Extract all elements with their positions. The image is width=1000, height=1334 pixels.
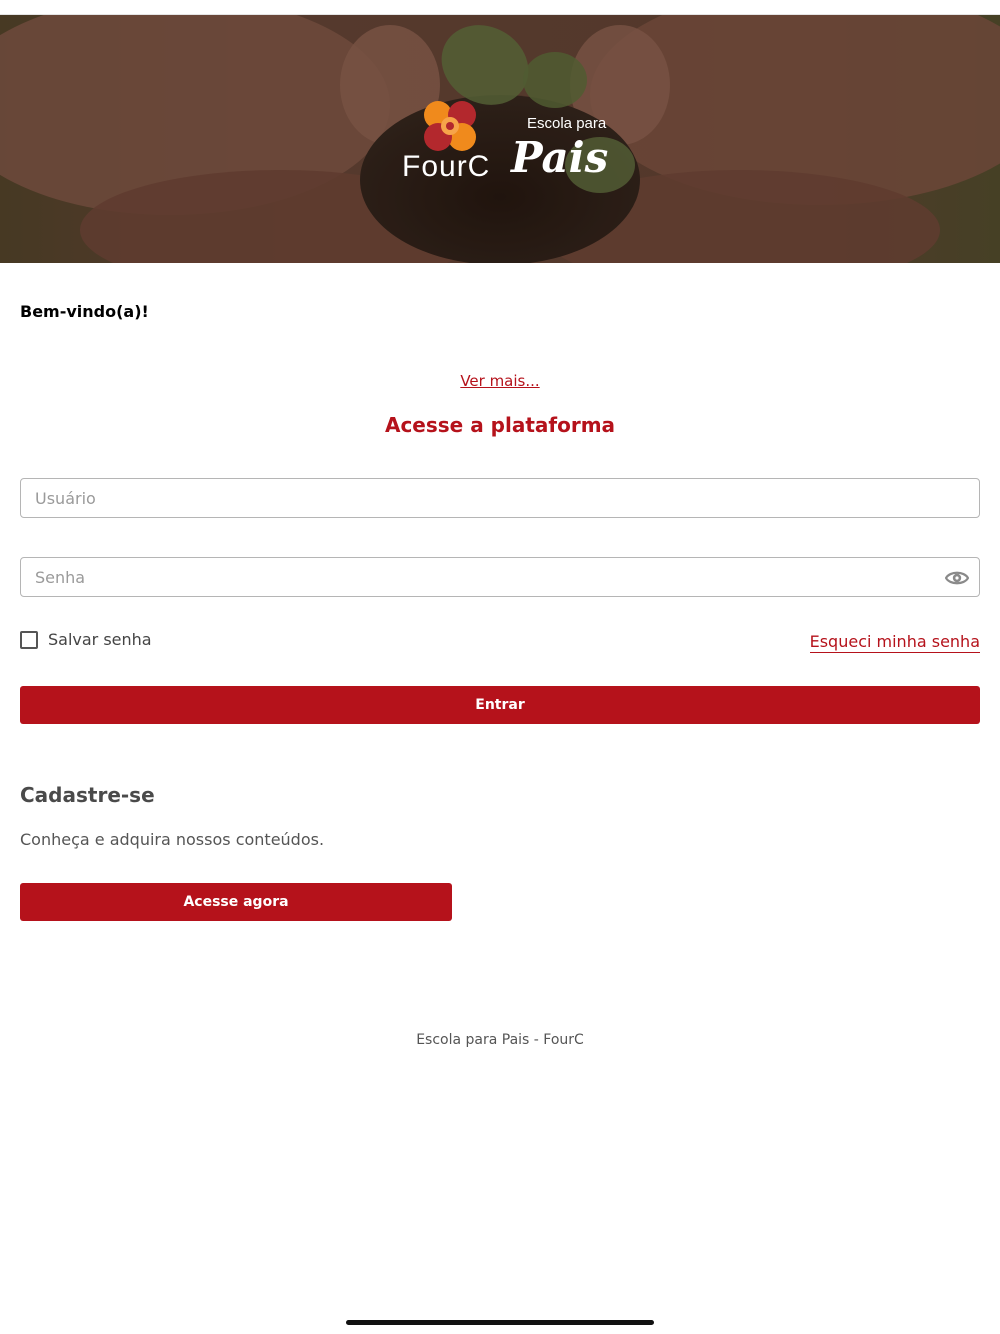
username-input[interactable]: [21, 479, 979, 517]
footer-text: Escola para Pais - FourC: [416, 1032, 584, 1048]
remember-password[interactable]: Salvar senha: [20, 630, 152, 649]
eye-icon[interactable]: [944, 567, 970, 589]
remember-checkbox[interactable]: [20, 630, 38, 649]
welcome-text: Bem-vindo(a)!: [20, 302, 149, 321]
logo-subtitle: Escola para: [527, 115, 607, 132]
remember-label: Salvar senha: [48, 630, 152, 649]
logo-brand: FourC: [402, 150, 491, 183]
access-now-button[interactable]: Acesse agora: [20, 883, 452, 921]
fourc-logo-icon: [424, 101, 476, 151]
home-indicator[interactable]: [346, 1320, 654, 1325]
forgot-password-link[interactable]: Esqueci minha senha: [809, 632, 980, 653]
register-text: Conheça e adquira nossos conteúdos.: [20, 830, 325, 849]
register-title: Cadastre-se: [20, 783, 155, 807]
login-title: Acesse a plataforma: [384, 413, 616, 437]
logo-title: Pais: [511, 133, 609, 182]
username-field: [20, 478, 980, 518]
password-field: [20, 557, 980, 597]
see-more-link[interactable]: Ver mais...: [460, 372, 539, 390]
header-banner: FourC Escola para Pais: [0, 15, 1000, 263]
see-more: Ver mais...: [0, 371, 1000, 390]
banner-image: [0, 15, 1000, 263]
login-button[interactable]: Entrar: [20, 686, 980, 724]
status-bar: [0, 0, 1000, 15]
password-input[interactable]: [21, 558, 979, 596]
